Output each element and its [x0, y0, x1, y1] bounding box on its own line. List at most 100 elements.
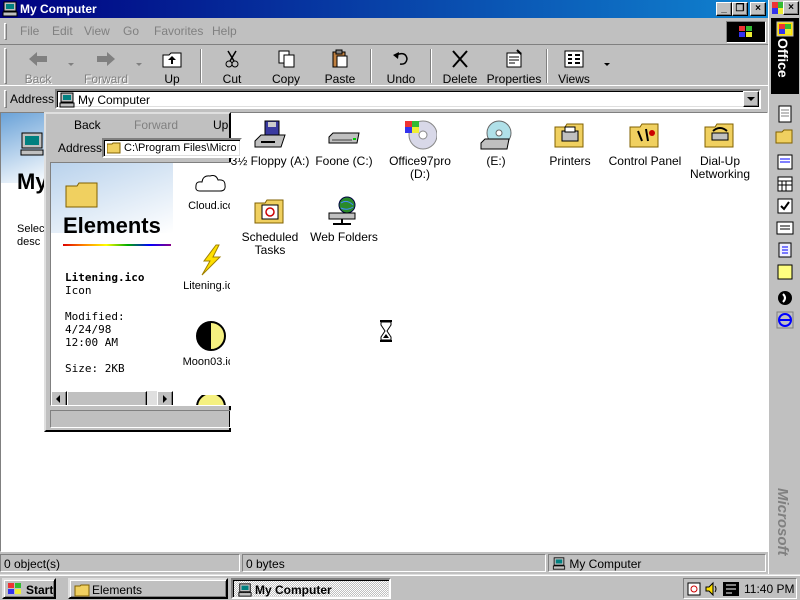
forward-button[interactable]: Forward	[80, 47, 132, 86]
menu-view[interactable]: View	[84, 24, 110, 38]
control-panel-folder-icon	[629, 123, 659, 148]
back-arrow-icon	[29, 52, 47, 66]
elements-forward-button[interactable]: Forward	[134, 118, 178, 132]
menu-grip[interactable]	[4, 23, 7, 40]
task-checklist-icon[interactable]	[775, 196, 795, 216]
folder-icon	[74, 584, 90, 597]
menu-bar: File Edit View Go Favorites Help	[0, 20, 768, 42]
hourglass-cursor-icon	[380, 320, 392, 342]
scheduled-tasks-folder-icon	[254, 199, 284, 224]
new-document-icon[interactable]	[775, 104, 795, 124]
elements-status-bar	[50, 410, 231, 428]
my-computer-icon	[59, 92, 75, 108]
toolbar-grip[interactable]	[4, 48, 7, 84]
menu-file[interactable]: File	[20, 24, 39, 38]
scroll-thumb[interactable]	[67, 391, 147, 405]
elements-address-field[interactable]: C:\Program Files\Micro	[102, 138, 242, 158]
views-button[interactable]: Views	[552, 47, 596, 86]
hard-drive-icon	[328, 132, 360, 144]
up-folder-icon	[162, 52, 182, 68]
elements-toolbar: Back Forward Up	[46, 114, 231, 136]
dial-up-folder-icon	[704, 123, 734, 148]
back-dropdown-arrow-icon[interactable]	[68, 63, 74, 66]
floppy-drive-item[interactable]: 3½ Floppy (A:)	[230, 119, 310, 168]
scissors-icon	[225, 50, 239, 68]
scheduler-tray-icon[interactable]	[687, 581, 703, 597]
windows-flag-icon	[8, 583, 21, 594]
paste-button[interactable]: Paste	[316, 47, 364, 86]
scroll-left-button[interactable]	[51, 391, 67, 405]
properties-icon	[506, 49, 522, 68]
rainbow-divider	[63, 244, 171, 246]
undo-button[interactable]: Undo	[378, 47, 424, 86]
standard-toolbar: Back Forward Up Cut Copy Paste Undo Dele…	[0, 44, 768, 86]
delete-x-icon	[452, 50, 468, 68]
properties-button[interactable]: Properties	[486, 47, 542, 86]
restore-button[interactable]: ❐	[732, 2, 748, 16]
up-button[interactable]: Up	[150, 47, 194, 86]
windows-logo-icon	[726, 21, 766, 43]
dial-up-networking-item[interactable]: Dial-Up Networking	[680, 119, 760, 181]
web-folders-item[interactable]: Web Folders	[304, 195, 384, 244]
elements-horizontal-scrollbar[interactable]	[51, 391, 173, 405]
litening-icon-file[interactable]: Litening.ico	[181, 243, 230, 292]
cd-drive-d-item[interactable]: Office97pro (D:)	[380, 119, 460, 181]
system-tray: 11:40 PM	[683, 578, 797, 599]
cut-button[interactable]: Cut	[208, 47, 256, 86]
back-button[interactable]: Back	[14, 47, 62, 86]
control-panel-item[interactable]: Control Panel	[605, 119, 685, 168]
my-computer-large-icon	[20, 132, 44, 156]
copy-icon	[278, 50, 295, 68]
scroll-right-button[interactable]	[157, 391, 173, 405]
web-view-description: Selec desc	[17, 223, 45, 248]
journal-icon[interactable]	[775, 240, 795, 260]
taskbar-elements-button[interactable]: Elements	[68, 578, 228, 599]
officebar-title[interactable]: Office	[771, 18, 799, 94]
copy-button[interactable]: Copy	[262, 47, 310, 86]
folder-icon	[107, 142, 121, 154]
calendar-icon[interactable]	[775, 174, 795, 194]
open-folder-icon[interactable]	[775, 126, 795, 146]
elements-up-button[interactable]: Up	[213, 118, 228, 132]
internet-explorer-icon[interactable]	[775, 310, 795, 330]
web-folders-icon	[328, 196, 356, 225]
clock[interactable]: 11:40 PM	[744, 582, 794, 596]
address-dropdown-button[interactable]	[743, 91, 759, 107]
toolbar-separator	[200, 49, 202, 83]
modified-label: Modified:	[65, 310, 125, 323]
menu-go[interactable]: Go	[123, 24, 139, 38]
minimize-button[interactable]: _	[716, 2, 732, 16]
taskbar-my-computer-button[interactable]: My Computer	[231, 578, 391, 599]
title-bar[interactable]: My Computer _ ❐ ×	[0, 0, 768, 18]
network-tray-icon[interactable]	[722, 581, 740, 597]
printers-folder-icon	[554, 123, 584, 148]
office-assistant-icon[interactable]	[775, 288, 795, 308]
address-grip[interactable]	[4, 90, 7, 108]
send-outlook-icon[interactable]	[775, 152, 795, 172]
menu-help[interactable]: Help	[212, 24, 237, 38]
officebar-close-button[interactable]: ×	[783, 1, 799, 15]
start-button[interactable]: Start	[2, 578, 56, 599]
scheduled-tasks-item[interactable]: Scheduled Tasks	[230, 195, 310, 257]
partial-moon-icon-file[interactable]	[181, 395, 230, 405]
note-icon[interactable]	[775, 262, 795, 282]
contact-card-icon[interactable]	[775, 218, 795, 238]
address-combobox[interactable]: My Computer	[55, 89, 761, 109]
moon-icon-file[interactable]: Moon03.ico	[181, 319, 230, 368]
cloud-icon-file[interactable]: Cloud.ico	[181, 171, 230, 212]
cd-drive-icon	[480, 120, 512, 150]
delete-button[interactable]: Delete	[436, 47, 484, 86]
menu-edit[interactable]: Edit	[52, 24, 73, 38]
elements-back-button[interactable]: Back	[74, 118, 101, 132]
hard-drive-c-item[interactable]: Foone (C:)	[304, 119, 384, 168]
toolbar-separator	[430, 49, 432, 83]
elements-folder-view[interactable]: Elements Litening.ico Icon Modified: 4/2…	[50, 162, 231, 406]
printers-item[interactable]: Printers	[530, 119, 610, 168]
volume-speaker-icon[interactable]	[704, 581, 720, 597]
menu-favorites[interactable]: Favorites	[154, 24, 203, 38]
views-dropdown-arrow-icon[interactable]	[604, 63, 610, 66]
forward-dropdown-arrow-icon[interactable]	[136, 63, 142, 66]
cd-drive-e-item[interactable]: (E:)	[456, 119, 536, 168]
elements-web-view-panel: Elements Litening.ico Icon Modified: 4/2…	[51, 163, 173, 391]
close-button[interactable]: ×	[750, 2, 766, 16]
